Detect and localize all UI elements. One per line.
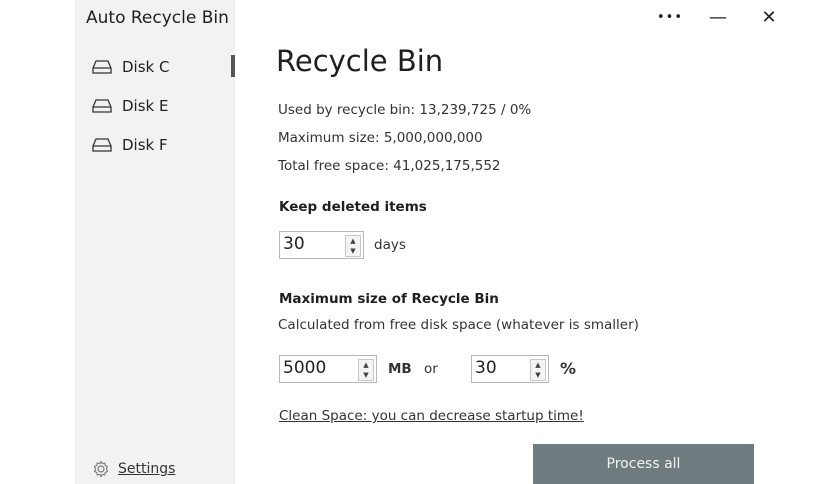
stepper-down-icon[interactable]: ▼ [346, 246, 360, 256]
stepper-arrows[interactable]: ▲ ▼ [345, 235, 361, 257]
drive-icon [92, 138, 112, 152]
stepper-arrows[interactable]: ▲ ▼ [530, 359, 546, 381]
sidebar-item-label: Disk F [122, 136, 168, 154]
stepper-down-icon[interactable]: ▼ [359, 370, 373, 380]
percent-unit: % [560, 359, 577, 378]
mb-unit: MB [388, 361, 412, 377]
stepper-up-icon[interactable]: ▲ [359, 360, 373, 370]
max-size-title: Maximum size of Recycle Bin [279, 291, 499, 307]
drive-icon [92, 60, 112, 74]
max-mb-value[interactable]: 5000 [283, 358, 326, 378]
days-unit: days [374, 237, 406, 253]
minimize-button[interactable]: — [703, 6, 733, 30]
process-all-button[interactable]: Process all [533, 444, 754, 484]
stepper-down-icon[interactable]: ▼ [531, 370, 545, 380]
drive-icon [92, 99, 112, 113]
total-free-space: Total free space: 41,025,175,552 [278, 158, 501, 174]
app-window: Auto Recycle Bin ••• — ✕ Disk C Disk E D… [0, 0, 836, 484]
keep-days-stepper[interactable]: 30 ▲ ▼ [279, 231, 364, 259]
settings-label: Settings [118, 461, 176, 477]
or-label: or [424, 361, 438, 377]
gear-icon [93, 460, 109, 478]
max-mb-stepper[interactable]: 5000 ▲ ▼ [279, 355, 377, 383]
selection-indicator [231, 55, 235, 77]
max-percent-stepper[interactable]: 30 ▲ ▼ [471, 355, 549, 383]
sidebar-item-label: Disk E [122, 97, 169, 115]
clean-space-link[interactable]: Clean Space: you can decrease startup ti… [279, 408, 584, 424]
more-options-button[interactable]: ••• [655, 6, 685, 30]
keep-days-value[interactable]: 30 [283, 234, 305, 254]
close-button[interactable]: ✕ [754, 6, 784, 30]
keep-deleted-title: Keep deleted items [279, 199, 427, 215]
max-size-description: Calculated from free disk space (whateve… [278, 317, 639, 333]
sidebar-item-label: Disk C [122, 58, 170, 76]
sidebar-item-disk-f[interactable]: Disk F [92, 133, 168, 157]
max-percent-value[interactable]: 30 [475, 358, 497, 378]
page-title: Recycle Bin [276, 44, 444, 78]
stepper-arrows[interactable]: ▲ ▼ [358, 359, 374, 381]
used-by-recycle-bin: Used by recycle bin: 13,239,725 / 0% [278, 102, 532, 118]
sidebar-item-disk-c[interactable]: Disk C [92, 55, 169, 79]
stepper-up-icon[interactable]: ▲ [346, 236, 360, 246]
maximum-size: Maximum size: 5,000,000,000 [278, 130, 483, 146]
settings-link[interactable]: Settings [92, 460, 175, 478]
stepper-up-icon[interactable]: ▲ [531, 360, 545, 370]
app-title: Auto Recycle Bin [86, 8, 229, 28]
sidebar-item-disk-e[interactable]: Disk E [92, 94, 168, 118]
